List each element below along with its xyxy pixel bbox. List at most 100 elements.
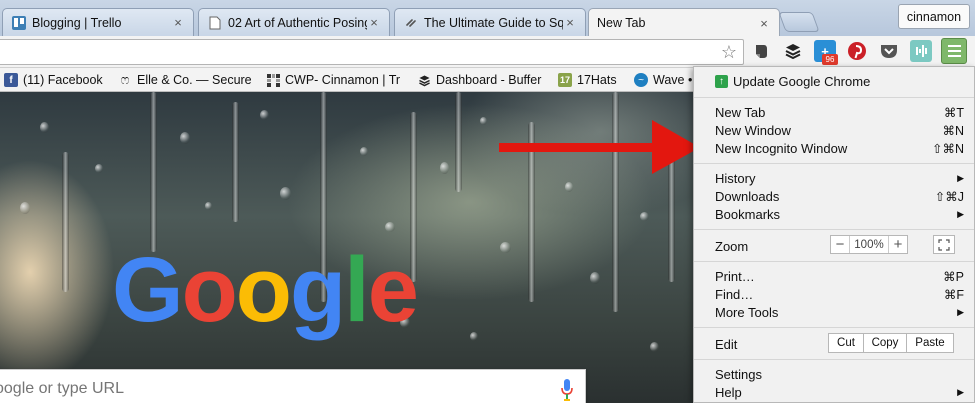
menu-history[interactable]: History ▶ — [715, 169, 964, 187]
tab-title: 02 Art of Authentic Posing — [228, 15, 367, 30]
menu-print[interactable]: Print… ⌘P — [715, 267, 964, 285]
google-logo-letter: o — [235, 239, 292, 341]
menu-new-incognito-window[interactable]: New Incognito Window ⇧⌘N — [715, 139, 964, 157]
update-arrow-icon: ↑ — [715, 74, 728, 88]
menu-label: New Window — [715, 122, 791, 138]
menu-shortcut: ⌘T — [943, 105, 964, 120]
17hats-icon: 17 — [558, 73, 572, 87]
menu-more-tools[interactable]: More Tools ▶ — [715, 303, 964, 321]
zoom-in-button[interactable]: + — [889, 236, 907, 253]
evernote-extension-icon[interactable] — [750, 40, 772, 62]
menu-shortcut: ⇧⌘N — [931, 141, 964, 156]
tab-close-icon[interactable]: × — [171, 15, 185, 30]
menu-downloads[interactable]: Downloads ⇧⌘J — [715, 187, 964, 205]
menu-label: Print… — [715, 268, 755, 284]
tab-new-tab[interactable]: New Tab × — [588, 8, 780, 37]
search-input[interactable] — [0, 370, 551, 403]
bookmark-facebook[interactable]: f (11) Facebook — [4, 71, 108, 89]
bookmark-label: (11) Facebook — [23, 73, 103, 87]
paste-button[interactable]: Paste — [906, 333, 954, 353]
soundwave-extension-icon[interactable] — [910, 40, 932, 62]
tab-strip: Blogging | Trello × 02 Art of Authentic … — [0, 0, 975, 37]
menu-label: Zoom — [715, 238, 749, 254]
bookmark-label: Wave • — [653, 73, 693, 87]
pinterest-extension-icon[interactable] — [846, 40, 868, 62]
bookmark-elle-co[interactable]: ෆ Elle & Co. — Secure — [118, 71, 256, 89]
fullscreen-button[interactable] — [933, 235, 955, 254]
facebook-icon: f — [4, 73, 18, 87]
new-tab-button[interactable] — [778, 12, 820, 32]
menu-bookmarks[interactable]: Bookmarks ▶ — [715, 205, 964, 223]
menu-label: Help — [715, 384, 742, 400]
buffer-extension-icon[interactable] — [782, 40, 804, 62]
menu-label: New Tab — [715, 104, 766, 120]
zoom-level: 100% — [849, 236, 889, 253]
google-logo: Google — [112, 239, 419, 341]
menu-label: Bookmarks — [715, 206, 781, 222]
menu-shortcut: ⌘N — [942, 123, 964, 138]
hamburger-icon — [947, 50, 961, 52]
buffer-icon — [417, 73, 431, 87]
chrome-menu-button[interactable] — [941, 38, 967, 64]
google-logo-letter: G — [112, 239, 184, 341]
menu-label: New Incognito Window — [715, 140, 848, 156]
google-logo-letter: l — [344, 239, 370, 341]
menu-separator — [694, 261, 974, 262]
bookmark-17hats[interactable]: 17 17Hats — [558, 71, 626, 89]
profile-button[interactable]: cinnamon — [898, 4, 970, 29]
menu-separator — [694, 327, 974, 328]
microphone-icon[interactable] — [561, 379, 573, 401]
annotation-arrow — [499, 120, 700, 174]
hamburger-icon — [947, 45, 961, 47]
trello-icon — [11, 15, 27, 31]
google-logo-letter: e — [367, 239, 419, 341]
mustache-icon: ෆ — [120, 72, 130, 87]
notification-badge: 96 — [822, 54, 838, 65]
bookmark-cwp-cinnamon[interactable]: CWP- Cinnamon | Tr — [266, 71, 403, 89]
menu-separator — [694, 229, 974, 230]
bookmark-label: CWP- Cinnamon | Tr — [285, 73, 401, 87]
pocket-extension-icon[interactable] — [878, 40, 900, 62]
tab-title: New Tab — [597, 16, 646, 30]
menu-label: Downloads — [715, 188, 780, 204]
menu-shortcut: ⌘P — [943, 269, 964, 284]
submenu-arrow-icon: ▶ — [957, 208, 964, 219]
hamburger-icon — [947, 55, 961, 57]
bookmark-buffer[interactable]: Dashboard - Buffer — [417, 71, 549, 89]
menu-new-tab[interactable]: New Tab ⌘T — [715, 103, 964, 121]
menu-update-chrome[interactable]: ↑ Update Google Chrome — [715, 72, 964, 90]
bookmark-wave[interactable]: ~ Wave • — [634, 71, 696, 89]
bookmark-label: Dashboard - Buffer — [436, 73, 542, 87]
zoom-out-button[interactable]: − — [831, 236, 849, 253]
menu-shortcut: ⌘F — [943, 287, 964, 302]
tab-title: The Ultimate Guide to Squ — [424, 15, 563, 30]
submenu-arrow-icon: ▶ — [957, 386, 964, 397]
tab-close-icon[interactable]: × — [563, 15, 577, 30]
menu-find[interactable]: Find… ⌘F — [715, 285, 964, 303]
menu-label: History — [715, 170, 756, 186]
tab-close-icon[interactable]: × — [757, 16, 771, 31]
squarespace-icon — [403, 15, 419, 31]
submenu-arrow-icon: ▶ — [957, 306, 964, 317]
bookmark-star-icon[interactable]: ☆ — [721, 42, 737, 62]
menu-label: Edit — [715, 336, 738, 352]
menu-separator — [694, 163, 974, 164]
tab-authentic-posing[interactable]: 02 Art of Authentic Posing × — [198, 8, 390, 36]
zoom-control: − 100% + — [830, 235, 908, 254]
cut-button[interactable]: Cut — [828, 333, 864, 353]
search-box[interactable] — [0, 369, 586, 403]
submenu-arrow-icon: ▶ — [957, 172, 964, 183]
address-bar[interactable]: ☆ — [0, 39, 744, 65]
menu-settings[interactable]: Settings — [715, 365, 964, 383]
edit-controls: Cut Copy Paste — [828, 333, 954, 353]
wave-icon: ~ — [634, 73, 648, 87]
tab-title: Blogging | Trello — [32, 15, 122, 30]
tab-trello[interactable]: Blogging | Trello × — [2, 8, 194, 36]
copy-button[interactable]: Copy — [863, 333, 907, 353]
menu-new-window[interactable]: New Window ⌘N — [715, 121, 964, 139]
tab-close-icon[interactable]: × — [367, 15, 381, 30]
tab-ultimate-guide[interactable]: The Ultimate Guide to Squ × — [394, 8, 586, 36]
menu-separator — [694, 359, 974, 360]
menu-help[interactable]: Help ▶ — [715, 383, 964, 401]
menu-label: More Tools — [715, 304, 779, 320]
